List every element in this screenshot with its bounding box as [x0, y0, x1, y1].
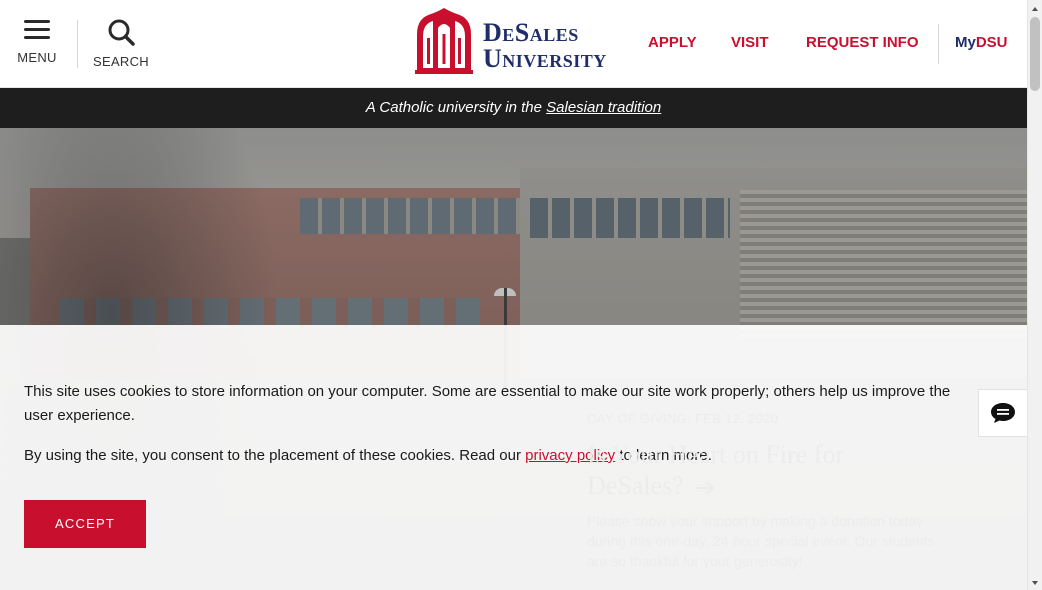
site-header: MENU SEARCH DeSales University APPLY VIS… — [0, 0, 1027, 88]
accept-cookies-button[interactable]: ACCEPT — [24, 500, 146, 548]
tagline-text: A Catholic university in the — [365, 99, 547, 116]
logo-wordmark: DeSales University — [483, 20, 607, 72]
tagline-bar: A Catholic university in the Salesian tr… — [0, 88, 1027, 128]
cookie-text-line2: user experience. — [24, 407, 135, 424]
nav-request-info-link[interactable]: REQUEST INFO — [806, 34, 919, 51]
privacy-policy-link[interactable]: privacy policy — [525, 447, 615, 464]
cookie-text-line3: By using the site, you consent to the pl… — [24, 445, 712, 467]
scrollbar-thumb[interactable] — [1030, 17, 1040, 91]
menu-label: MENU — [17, 50, 57, 65]
feature-kicker: DAY OF GIVING: FEB 12, 2020 — [587, 411, 779, 426]
nav-mydsu-link[interactable]: MyDSU — [955, 34, 1008, 51]
nav-apply-link[interactable]: APPLY — [648, 34, 697, 51]
chat-button[interactable] — [978, 389, 1027, 437]
search-button[interactable]: SEARCH — [92, 18, 150, 70]
menu-button[interactable]: MENU — [15, 20, 59, 70]
arrow-right-icon — [695, 481, 715, 495]
chat-icon — [991, 403, 1015, 423]
feature-blurb: Please show your support by making a don… — [587, 513, 935, 569]
menu-icon — [24, 20, 50, 40]
logo-line2: University — [483, 44, 607, 73]
cookie-consent-banner: This site uses cookies to store informat… — [0, 325, 1027, 590]
cookie-learn-more-text: to learn more. — [615, 447, 712, 464]
logo-line1: DeSales — [483, 18, 579, 47]
scroll-up-arrow-icon[interactable] — [1032, 7, 1038, 11]
mydsu-my: My — [955, 34, 976, 51]
mydsu-dsu: DSU — [975, 34, 1008, 51]
search-icon — [108, 19, 135, 46]
page-scrollbar[interactable] — [1027, 0, 1042, 590]
cookie-text-line1: This site uses cookies to store informat… — [24, 383, 951, 400]
search-label: SEARCH — [93, 54, 149, 69]
cookie-consent-text: By using the site, you consent to the pl… — [24, 447, 526, 464]
university-crest-icon — [415, 8, 473, 74]
nav-divider — [938, 24, 939, 64]
header-divider — [77, 20, 78, 68]
desales-logo[interactable]: DeSales University — [413, 8, 618, 76]
nav-visit-link[interactable]: VISIT — [731, 34, 769, 51]
scroll-down-arrow-icon[interactable] — [1032, 581, 1038, 585]
salesian-tradition-link[interactable]: Salesian tradition — [546, 99, 661, 116]
